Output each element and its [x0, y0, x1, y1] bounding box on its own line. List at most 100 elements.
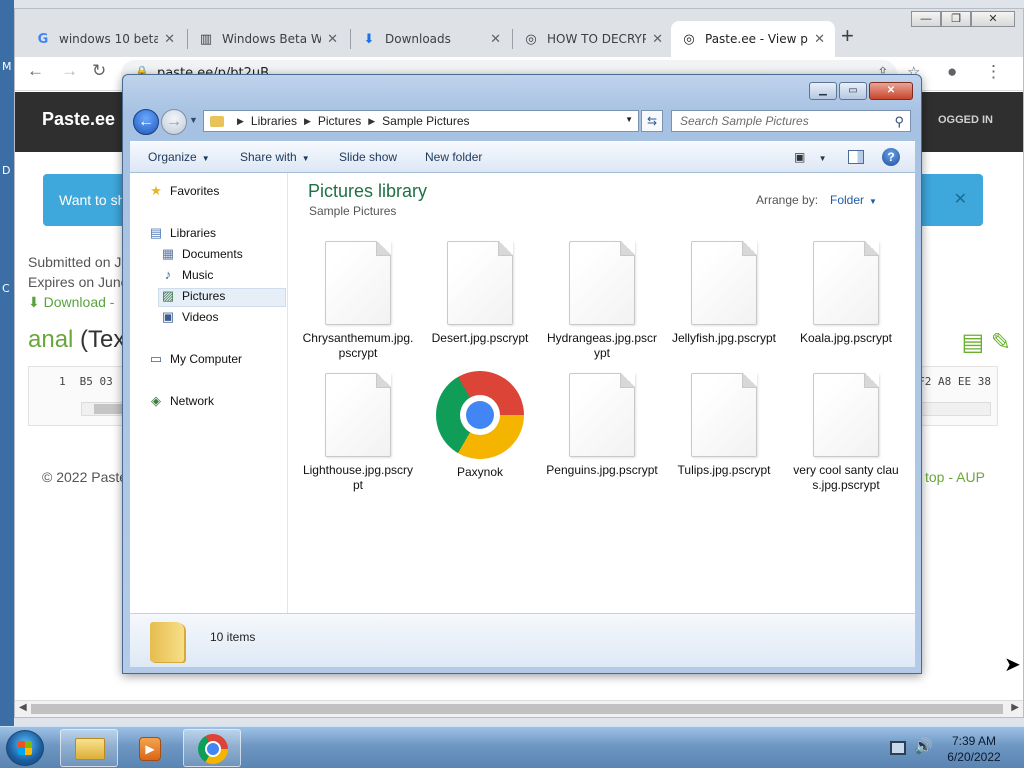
file-item[interactable]: Desert.jpg.pscrypt — [424, 241, 536, 346]
file-item[interactable]: Lighthouse.jpg.pscrypt — [302, 373, 414, 493]
scroll-left-icon[interactable]: ◀ — [19, 702, 27, 713]
maximize-button[interactable]: ▭ — [839, 82, 867, 100]
nav-libraries[interactable]: ▤ Libraries — [148, 226, 216, 241]
file-item[interactable]: Hydrangeas.jpg.pscrypt — [546, 241, 658, 361]
clock-time: 7:39 AM — [951, 734, 997, 748]
file-item[interactable]: Tulips.jpg.pscrypt — [668, 373, 780, 478]
forward-button[interactable]: → — [161, 109, 187, 135]
blank-file-icon — [813, 373, 879, 457]
reload-icon[interactable]: ↻ — [92, 61, 106, 81]
scroll-right-icon[interactable]: ▶ — [1011, 702, 1019, 713]
back-button[interactable]: ← — [133, 109, 159, 135]
share-with-button[interactable]: Share with ▼ — [240, 150, 310, 164]
share-with-label: Share with — [240, 150, 297, 164]
library-subtitle: Sample Pictures — [309, 204, 397, 218]
star-icon: ★ — [150, 183, 162, 198]
taskbar-chrome-button[interactable] — [183, 729, 241, 767]
breadcrumb-chevron-icon[interactable]: ▶ — [368, 116, 375, 127]
start-button[interactable] — [6, 730, 44, 766]
tab-close-icon[interactable]: ✕ — [490, 32, 501, 47]
tab-title: Paste.ee - View pa — [705, 32, 809, 46]
close-button[interactable]: ✕ — [869, 82, 913, 100]
scroll-thumb[interactable] — [31, 704, 1003, 714]
taskbar-explorer-button[interactable] — [60, 729, 118, 767]
tab-paste-ee[interactable]: ◎ Paste.ee - View pa ✕ — [671, 21, 835, 57]
nav-documents[interactable]: ▦ Documents — [160, 247, 243, 262]
minimize-button[interactable]: — — [911, 11, 941, 27]
views-button[interactable]: ▣ ▼ — [794, 150, 827, 164]
tab-how-to-decrypt[interactable]: ◎ HOW TO DECRYPT ✕ — [513, 21, 673, 57]
file-item[interactable]: very cool santy claus.jpg.pscrypt — [790, 373, 902, 493]
item-count: 10 items — [210, 630, 256, 644]
system-clock[interactable]: 7:39 AM 6/20/2022 — [934, 733, 1014, 765]
close-icon[interactable]: ✕ — [954, 174, 967, 226]
nav-music[interactable]: ♪ Music — [160, 268, 214, 283]
file-name: Paxynok — [456, 465, 504, 479]
address-dropdown-icon[interactable]: ▼ — [625, 115, 633, 124]
back-arrow-icon[interactable]: ← — [27, 61, 44, 81]
download-icon: ⬇ — [363, 31, 375, 47]
tab-windows-beta-wa[interactable]: ▥ Windows Beta Wa ✕ — [188, 21, 348, 57]
code-text-end: F2 A8 EE 38 — [918, 375, 991, 388]
banner-text: Want to sh — [59, 192, 126, 208]
taskbar-media-player-button[interactable]: ▶ — [121, 729, 179, 767]
forward-arrow-icon[interactable]: → — [61, 61, 78, 81]
tab-strip: G windows 10 beta w ✕ ▥ Windows Beta Wa … — [15, 9, 1023, 57]
breadcrumb-chevron-icon[interactable]: ▶ — [237, 116, 244, 127]
chevron-down-icon: ▼ — [818, 154, 827, 163]
site-logo[interactable]: Paste.ee — [42, 109, 115, 130]
breadcrumb-libraries[interactable]: Libraries — [251, 114, 297, 128]
nav-network[interactable]: ◈ Network — [148, 394, 214, 409]
preview-pane-button[interactable] — [848, 150, 864, 164]
history-dropdown-icon[interactable]: ▼ — [189, 115, 198, 125]
network-icon[interactable] — [890, 741, 906, 755]
document-icon[interactable]: ▤ — [962, 329, 985, 356]
volume-icon[interactable]: 🔊 — [914, 737, 933, 755]
new-tab-button[interactable]: + — [841, 23, 854, 49]
breadcrumb-pictures[interactable]: Pictures — [318, 114, 361, 128]
menu-dots-icon[interactable]: ⋮ — [985, 62, 1002, 82]
tab-close-icon[interactable]: ✕ — [652, 32, 663, 47]
file-list-pane: Pictures library Sample Pictures Arrange… — [290, 173, 915, 613]
new-folder-button[interactable]: New folder — [425, 150, 482, 164]
nav-pictures[interactable]: ▨ Pictures — [160, 289, 226, 304]
tab-downloads[interactable]: ⬇ Downloads ✕ — [351, 21, 511, 57]
horizontal-scrollbar[interactable]: ◀ ▶ — [15, 700, 1023, 717]
profile-icon[interactable]: ● — [947, 62, 957, 82]
videos-icon: ▣ — [161, 309, 175, 324]
footer-links[interactable]: top - AUP — [925, 469, 985, 485]
file-item[interactable]: Koala.jpg.pscrypt — [790, 241, 902, 346]
computer-icon: ▭ — [149, 351, 163, 366]
login-menu[interactable]: OGGED IN — [938, 114, 993, 126]
plug-icon[interactable]: ✎ — [991, 329, 1011, 356]
file-name: Tulips.jpg.pscrypt — [677, 463, 771, 477]
file-item[interactable]: Penguins.jpg.pscrypt — [546, 373, 658, 478]
tab-close-icon[interactable]: ✕ — [814, 32, 825, 47]
minimize-button[interactable]: ▁ — [809, 82, 837, 100]
nav-label: Videos — [182, 310, 219, 324]
arrange-by-dropdown[interactable]: Folder ▼ — [830, 193, 877, 207]
search-input[interactable]: Search Sample Pictures ⚲ — [671, 110, 911, 132]
breadcrumb-chevron-icon[interactable]: ▶ — [304, 116, 311, 127]
maximize-button[interactable]: ❐ — [941, 11, 971, 27]
explorer-navigation-bar: ← → ▼ ▶ Libraries ▶ Pictures ▶ Sample Pi… — [131, 108, 917, 136]
nav-my-computer[interactable]: ▭ My Computer — [148, 351, 242, 367]
search-icon[interactable]: ⚲ — [894, 112, 904, 132]
nav-favorites[interactable]: ★ Favorites — [148, 183, 219, 199]
tab-windows-10-beta[interactable]: G windows 10 beta w ✕ — [25, 21, 185, 57]
file-item[interactable]: Paxynok — [424, 371, 536, 480]
slide-show-button[interactable]: Slide show — [339, 150, 397, 164]
file-item[interactable]: Chrysanthemum.jpg.pscrypt — [302, 241, 414, 361]
organize-button[interactable]: Organize ▼ — [148, 150, 210, 164]
tab-close-icon[interactable]: ✕ — [327, 32, 338, 47]
explorer-body: ★ Favorites ▤ Libraries ▦ Documents ♪ Music … — [130, 173, 915, 613]
breadcrumb-sample-pictures[interactable]: Sample Pictures — [382, 114, 469, 128]
close-button[interactable]: ✕ — [971, 11, 1015, 27]
download-link[interactable]: ⬇ Download - — [28, 294, 114, 311]
address-bar[interactable]: ▶ Libraries ▶ Pictures ▶ Sample Pictures… — [203, 110, 639, 132]
help-button[interactable]: ? — [882, 148, 900, 166]
tab-close-icon[interactable]: ✕ — [164, 32, 175, 47]
file-item[interactable]: Jellyfish.jpg.pscrypt — [668, 241, 780, 346]
nav-videos[interactable]: ▣ Videos — [160, 309, 219, 325]
refresh-button[interactable]: ⇆ — [641, 110, 663, 132]
